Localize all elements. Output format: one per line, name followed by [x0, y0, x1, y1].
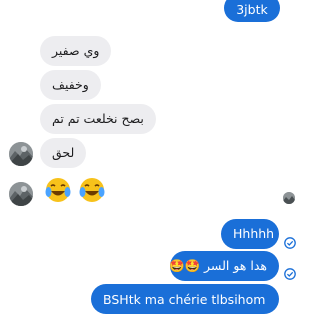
read-receipt-icon	[284, 268, 296, 280]
avatar-photo	[9, 142, 33, 166]
avatar[interactable]	[9, 182, 33, 206]
avatar-photo	[283, 192, 295, 204]
outgoing-message[interactable]: Hhhhh	[221, 219, 279, 249]
outgoing-message[interactable]: هدا هو السر 🤩🤩	[168, 251, 279, 281]
incoming-message[interactable]: وخفيف	[40, 70, 101, 100]
avatar-photo	[9, 182, 33, 206]
message-text: 3jbtk	[236, 2, 268, 17]
outgoing-message[interactable]: BSHtk ma chérie tlbsihom	[91, 284, 279, 314]
message-text: وي صفير	[52, 43, 100, 58]
face-with-tears-of-joy-icon	[79, 178, 105, 202]
seen-avatar	[283, 192, 295, 204]
message-text: وخفيف	[52, 77, 89, 92]
incoming-message[interactable]: بصح نخلعت تم تم	[40, 104, 156, 134]
message-text: هدا هو السر 🤩🤩	[168, 258, 267, 273]
message-text: بصح نخلعت تم تم	[52, 111, 144, 126]
message-text: لحق	[52, 145, 75, 160]
face-with-tears-of-joy-icon	[45, 178, 71, 202]
message-text: Hhhhh	[233, 226, 275, 241]
read-receipt-icon	[284, 237, 296, 249]
incoming-message[interactable]: لحق	[40, 138, 87, 168]
incoming-message[interactable]: وي صفير	[40, 36, 112, 66]
avatar[interactable]	[9, 142, 33, 166]
outgoing-message[interactable]: 3jbtk	[224, 0, 280, 22]
